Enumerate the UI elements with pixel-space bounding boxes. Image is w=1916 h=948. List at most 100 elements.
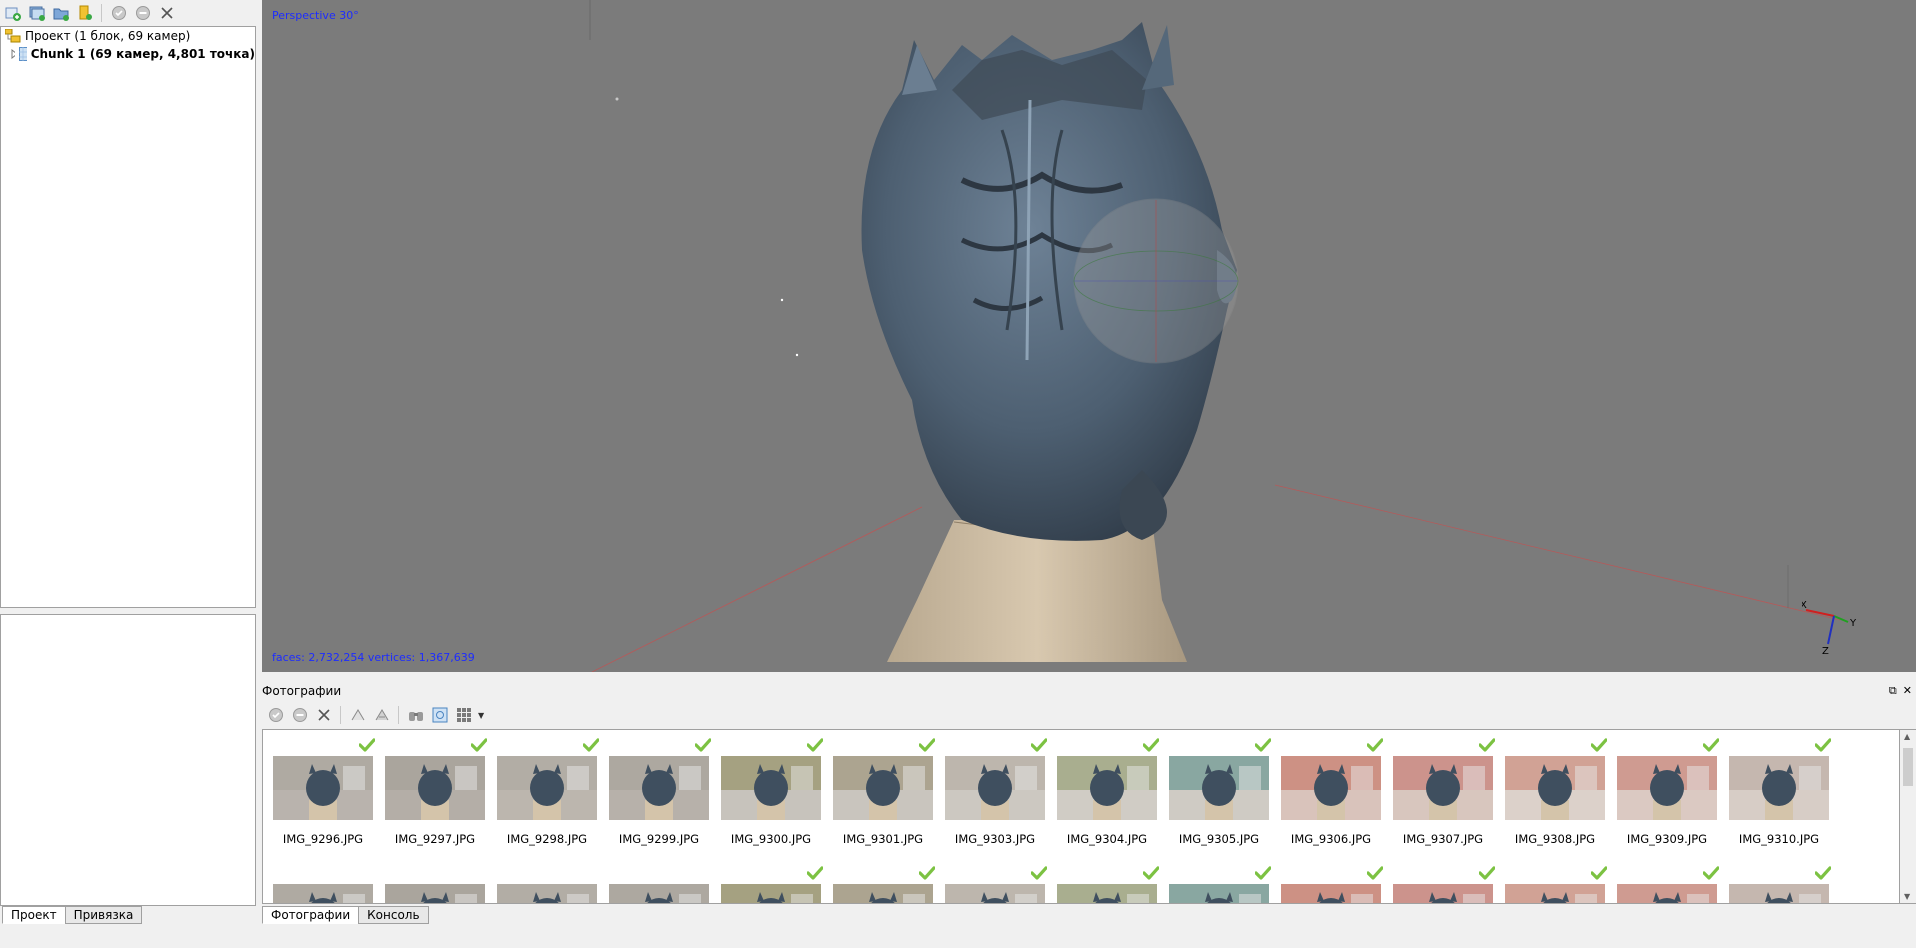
scroll-down-icon[interactable]: ▼ [1904,892,1910,901]
photo-item[interactable]: IMG_9305.JPG [1159,730,1272,848]
photo-name: IMG_9297.JPG [394,832,476,846]
check-icon [1366,738,1384,755]
model-viewport[interactable]: Perspective 30° faces: 2,732,254 vertice… [262,0,1916,672]
enable-icon[interactable] [266,706,285,725]
photo-item[interactable]: IMG_9299.JPG [599,730,712,848]
photo-item[interactable]: IMG_9297.JPG [375,730,488,848]
photo-thumbnail[interactable] [721,884,821,903]
photo-thumbnail[interactable] [1729,756,1829,820]
add-folder-icon[interactable] [51,4,70,23]
chevron-down-icon[interactable]: ▼ [478,711,484,720]
disable-icon[interactable] [133,4,152,23]
check-icon [470,738,488,755]
photo-item[interactable] [711,858,824,903]
photo-thumbnail[interactable] [945,884,1045,903]
photo-thumbnail[interactable] [1057,884,1157,903]
photo-thumbnail[interactable] [1617,756,1717,820]
photo-item[interactable] [263,858,375,903]
photo-thumbnail[interactable] [1057,756,1157,820]
photo-item[interactable]: IMG_9303.JPG [935,730,1048,848]
photo-thumbnail[interactable] [609,756,709,820]
photo-item[interactable] [1607,858,1720,903]
photo-name: IMG_9309.JPG [1626,832,1708,846]
add-photos-icon[interactable] [27,4,46,23]
photo-item[interactable] [1719,858,1832,903]
photo-thumbnail[interactable] [385,884,485,903]
expand-arrow-icon[interactable] [10,49,16,59]
float-panel-button[interactable]: ⧉ [1889,684,1897,698]
photo-thumbnail[interactable] [1505,756,1605,820]
rotate-left-icon[interactable] [348,706,367,725]
photo-item[interactable] [1047,858,1160,903]
photo-item[interactable]: IMG_9304.JPG [1047,730,1160,848]
photo-item[interactable]: IMG_9296.JPG [263,730,376,848]
photo-thumbnail[interactable] [1281,884,1381,903]
tab-project[interactable]: Проект [2,906,66,924]
photo-item[interactable] [487,858,599,903]
photo-item[interactable] [1271,858,1384,903]
disable-icon[interactable] [290,706,309,725]
tree-item-chunk[interactable]: Chunk 1 (69 камер, 4,801 точка) [1,45,255,63]
view-mode-icon[interactable] [454,706,473,725]
photo-item[interactable] [935,858,1048,903]
photo-name: IMG_9308.JPG [1514,832,1596,846]
mesh-stats: faces: 2,732,254 vertices: 1,367,639 [272,651,475,664]
photo-item[interactable]: IMG_9301.JPG [823,730,936,848]
photo-thumbnail[interactable] [273,884,373,903]
photo-item[interactable]: IMG_9308.JPG [1495,730,1608,848]
photo-thumbnail[interactable] [1617,884,1717,903]
photo-item[interactable] [599,858,711,903]
photo-thumbnail[interactable] [1729,884,1829,903]
add-markers-icon[interactable] [75,4,94,23]
scrollbar-thumb[interactable] [1903,748,1913,786]
photo-item[interactable]: IMG_9300.JPG [711,730,824,848]
tab-photos[interactable]: Фотографии [262,906,360,924]
check-icon [1254,738,1272,755]
photo-item[interactable] [823,858,936,903]
photo-item[interactable]: IMG_9298.JPG [487,730,600,848]
scroll-up-icon[interactable]: ▲ [1904,732,1910,741]
photo-item[interactable]: IMG_9309.JPG [1607,730,1720,848]
photo-thumbnail[interactable] [945,756,1045,820]
photos-grid[interactable]: IMG_9296.JPG IMG_9297.JPG IMG_9298.JPG IMG_… [262,729,1900,904]
photo-thumbnail[interactable] [609,884,709,903]
photo-item[interactable]: IMG_9307.JPG [1383,730,1496,848]
photo-thumbnail[interactable] [497,884,597,903]
photo-name: IMG_9301.JPG [842,832,924,846]
close-panel-button[interactable]: ✕ [1903,684,1912,698]
reset-filter-icon[interactable] [430,706,449,725]
photo-thumbnail[interactable] [1393,884,1493,903]
photo-thumbnail[interactable] [833,756,933,820]
photo-thumbnail[interactable] [1393,756,1493,820]
photo-thumbnail[interactable] [1169,756,1269,820]
add-chunk-icon[interactable] [3,4,22,23]
photo-thumbnail[interactable] [273,756,373,820]
photo-item[interactable] [1159,858,1272,903]
tree-root[interactable]: Проект (1 блок, 69 камер) [1,27,255,45]
photo-thumbnail[interactable] [1169,884,1269,903]
status-bar [0,930,1916,948]
check-icon [918,866,936,883]
photo-item[interactable] [375,858,487,903]
photo-item[interactable]: IMG_9306.JPG [1271,730,1384,848]
delete-icon[interactable] [314,706,333,725]
delete-icon[interactable] [157,4,176,23]
photo-thumbnail[interactable] [833,884,933,903]
photo-name: IMG_9300.JPG [730,832,812,846]
photo-name: IMG_9306.JPG [1290,832,1372,846]
photo-item[interactable] [1495,858,1608,903]
photo-thumbnail[interactable] [721,756,821,820]
photos-scrollbar[interactable]: ▲ ▼ [1900,729,1916,904]
photo-item[interactable]: IMG_9310.JPG [1719,730,1832,848]
photo-item[interactable] [1383,858,1496,903]
tab-reference[interactable]: Привязка [64,906,143,924]
photo-thumbnail[interactable] [385,756,485,820]
rotate-right-icon[interactable] [372,706,391,725]
tab-console[interactable]: Консоль [358,906,429,924]
photo-thumbnail[interactable] [497,756,597,820]
enable-icon[interactable] [109,4,128,23]
binoculars-icon[interactable] [406,706,425,725]
photo-thumbnail[interactable] [1281,756,1381,820]
check-icon [918,738,936,755]
photo-thumbnail[interactable] [1505,884,1605,903]
